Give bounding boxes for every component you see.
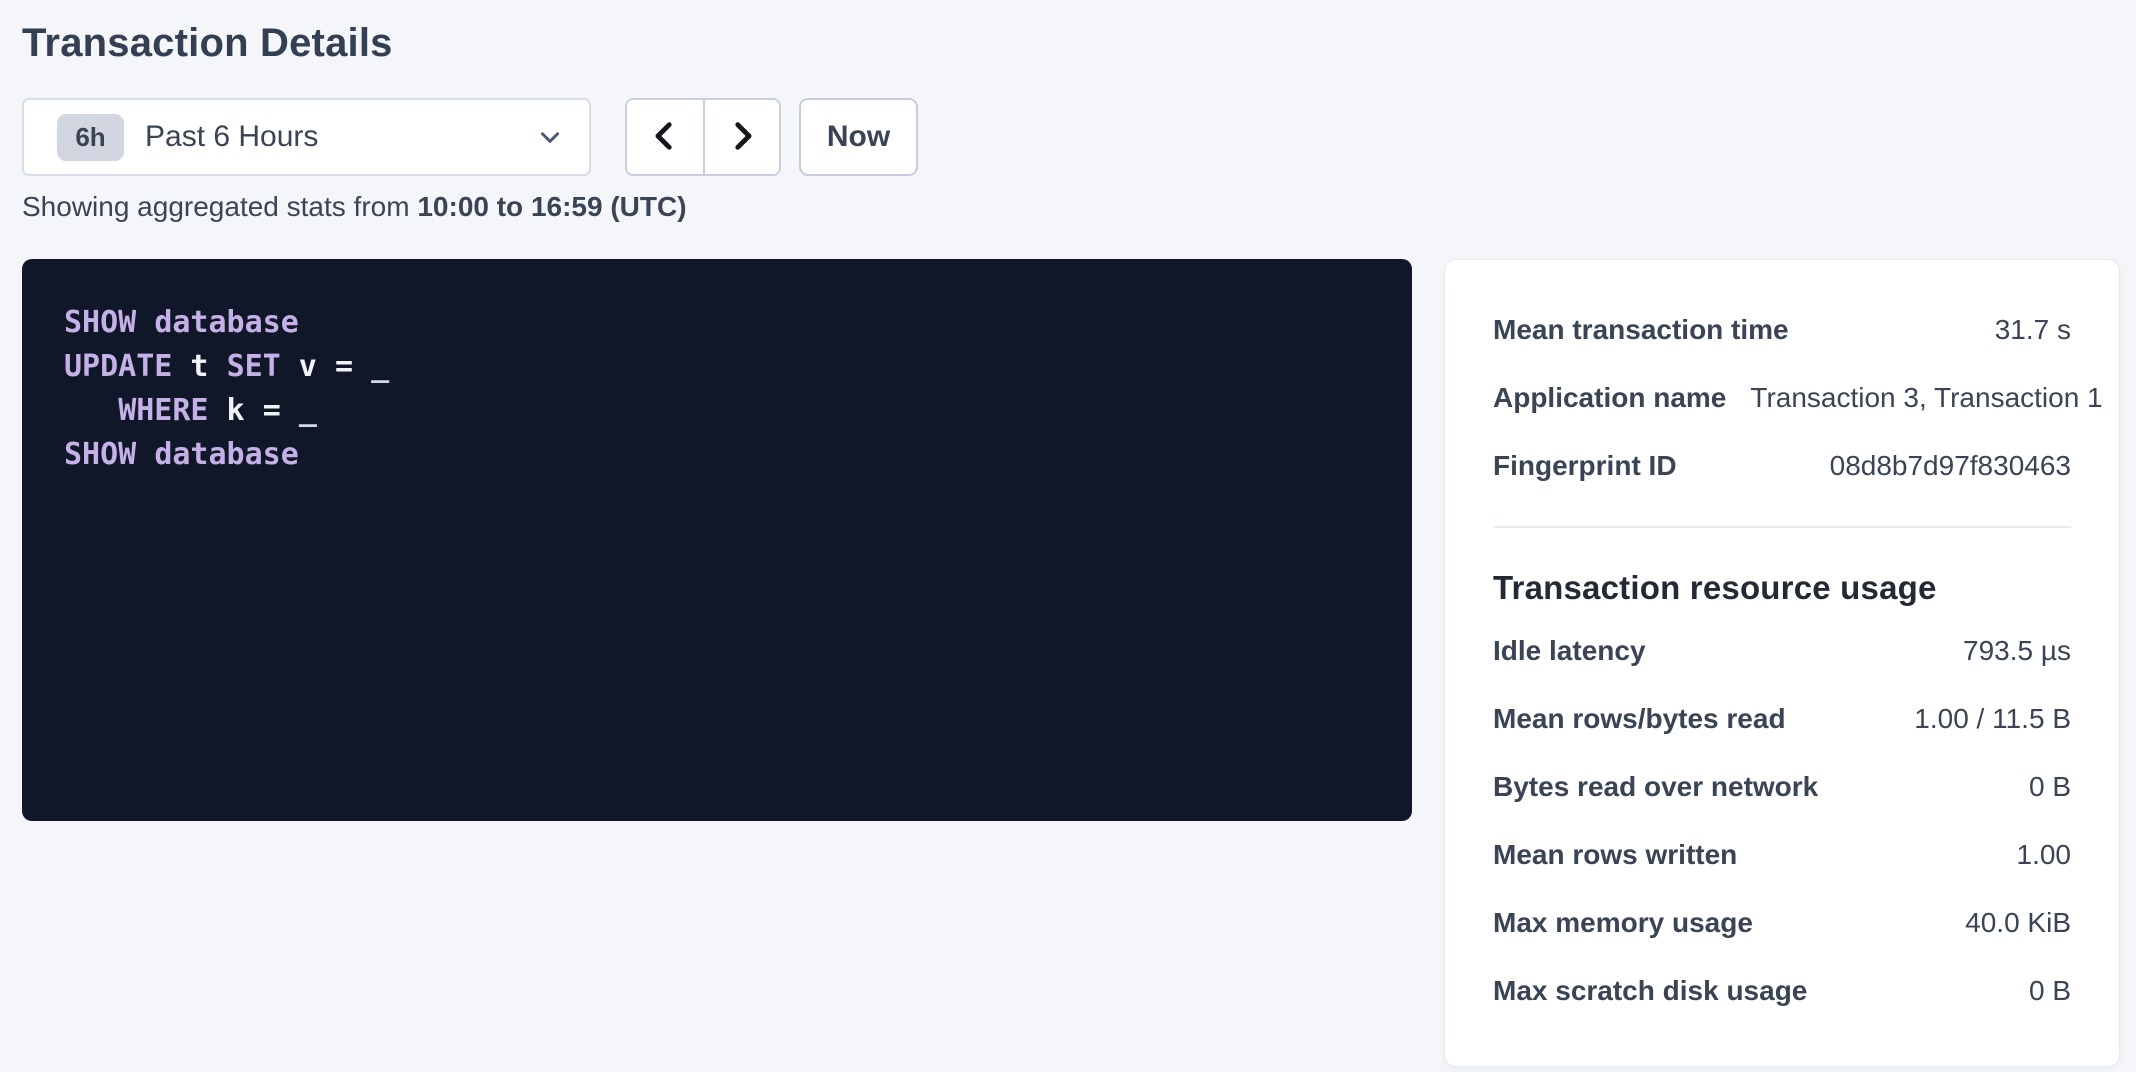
now-button[interactable]: Now [799,98,918,176]
time-toolbar: 6h Past 6 Hours [22,98,2120,176]
code-line: SHOW database [64,301,1370,345]
stat-value: 40.0 KiB [1965,907,2071,939]
stat-row: Idle latency 793.5 µs [1493,617,2071,685]
stat-label: Idle latency [1493,635,1670,667]
stat-row: Fingerprint ID 08d8b7d97f830463 [1493,432,2071,500]
code-token-plain [64,393,118,428]
code-token-ident: = [263,393,299,428]
stat-value: 31.7 s [1995,314,2071,346]
code-token-placeholder: _ [299,393,317,428]
details-content: SHOW databaseUPDATE t SET v = _ WHERE k … [22,259,2120,1067]
code-token-keyword: UPDATE [64,349,172,384]
code-token-keyword: database [154,305,299,340]
time-range-label: Past 6 Hours [145,120,535,154]
summary-stats: Mean transaction time 31.7 s Application n… [1493,296,2071,500]
code-token-plain [136,437,154,472]
chevron-right-icon [725,117,759,158]
previous-time-button[interactable] [627,100,703,174]
stat-label: Mean rows written [1493,839,1761,871]
next-time-button[interactable] [703,100,779,174]
stat-value: 793.5 µs [1963,635,2071,667]
code-token-ident: k [209,393,263,428]
caption-prefix: Showing aggregated stats from [22,191,417,222]
caption-time-range: 10:00 to 16:59 (UTC) [417,191,686,222]
stat-label: Bytes read over network [1493,771,1842,803]
stat-value: 08d8b7d97f830463 [1830,450,2071,482]
sql-statement-box: SHOW databaseUPDATE t SET v = _ WHERE k … [22,259,1412,821]
stat-row: Bytes read over network 0 B [1493,753,2071,821]
page-title: Transaction Details [22,20,2120,66]
panel-divider [1493,526,2071,528]
stat-row: Mean rows written 1.00 [1493,821,2071,889]
transaction-details-page: Transaction Details 6h Past 6 Hours [0,0,2136,1072]
code-token-keyword: SET [227,349,281,384]
time-range-dropdown[interactable]: 6h Past 6 Hours [22,98,591,176]
stat-label: Application name [1493,382,1750,414]
stat-label: Mean rows/bytes read [1493,703,1810,735]
code-line: SHOW database [64,433,1370,477]
resource-usage-heading: Transaction resource usage [1493,568,2071,608]
stat-value: 0 B [2029,975,2071,1007]
code-token-ident: t [172,349,226,384]
stat-row: Max memory usage 40.0 KiB [1493,889,2071,957]
code-token-keyword: database [154,437,299,472]
code-line: WHERE k = _ [64,389,1370,433]
chevron-down-icon [535,122,565,152]
time-range-badge: 6h [57,114,124,161]
chevron-left-icon [648,117,682,158]
stat-value: 1.00 / 11.5 B [1914,703,2071,735]
stat-label: Mean transaction time [1493,314,1813,346]
resource-usage-stats: Idle latency 793.5 µs Mean rows/bytes read… [1493,617,2071,1025]
stat-row: Mean transaction time 31.7 s [1493,296,2071,364]
code-token-ident: = [335,349,371,384]
code-token-keyword: SHOW [64,305,136,340]
stat-label: Max scratch disk usage [1493,975,1831,1007]
stat-value: 1.00 [2017,839,2072,871]
code-token-placeholder: _ [371,349,389,384]
code-token-keyword: WHERE [118,393,208,428]
stat-label: Max memory usage [1493,907,1777,939]
code-token-plain [136,305,154,340]
code-token-ident: v [281,349,335,384]
stat-label: Fingerprint ID [1493,450,1701,482]
stat-row: Mean rows/bytes read 1.00 / 11.5 B [1493,685,2071,753]
code-line: UPDATE t SET v = _ [64,345,1370,389]
stat-row: Application nameTransaction 3, Transacti… [1493,364,2071,432]
stat-row: Max scratch disk usage 0 B [1493,957,2071,1025]
time-step-button-group [625,98,781,176]
stat-value: Transaction 3, Transaction 1 [1750,382,2102,414]
aggregated-stats-caption: Showing aggregated stats from 10:00 to 1… [22,191,2120,223]
code-token-keyword: SHOW [64,437,136,472]
stat-value: 0 B [2029,771,2071,803]
transaction-summary-card: Mean transaction time 31.7 s Application n… [1444,259,2120,1067]
